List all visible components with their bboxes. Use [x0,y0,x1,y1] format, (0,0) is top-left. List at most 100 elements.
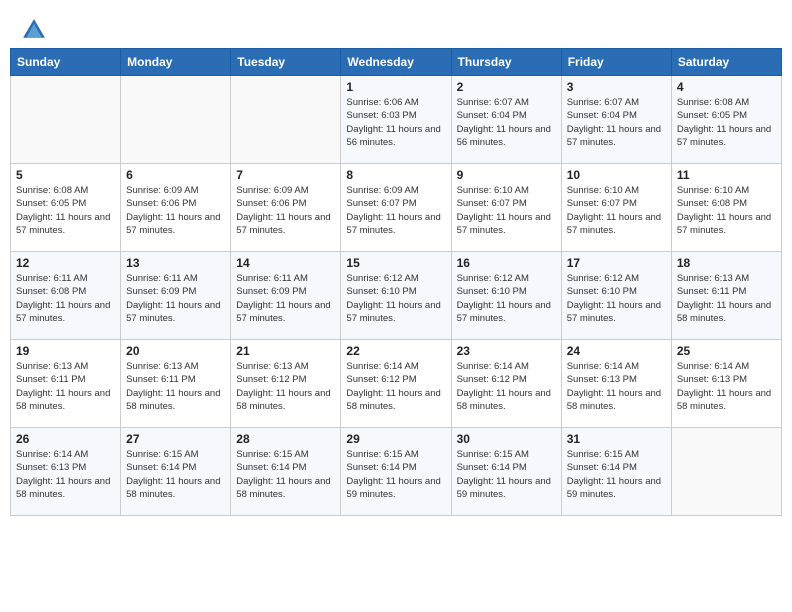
day-info: Sunrise: 6:15 AM Sunset: 6:14 PM Dayligh… [346,448,445,501]
day-info: Sunrise: 6:13 AM Sunset: 6:12 PM Dayligh… [236,360,335,413]
day-cell: 6Sunrise: 6:09 AM Sunset: 6:06 PM Daylig… [121,164,231,252]
logo-icon [20,16,48,44]
calendar-body: 1 Sunrise: 6:06 AM Sunset: 6:03 PM Daylig… [11,76,782,516]
day-cell: 22 Sunrise: 6:14 AM Sunset: 6:12 PM Dayli… [341,340,451,428]
day-cell: 30 Sunrise: 6:15 AM Sunset: 6:14 PM Dayli… [451,428,561,516]
day-cell: 24 Sunrise: 6:14 AM Sunset: 6:13 PM Dayli… [561,340,671,428]
day-info: Sunrise: 6:14 AM Sunset: 6:13 PM Dayligh… [677,360,776,413]
day-cell: 20Sunrise: 6:13 AM Sunset: 6:11 PM Dayli… [121,340,231,428]
calendar-container: SundayMondayTuesdayWednesdayThursdayFrid… [0,48,792,526]
day-cell: 16 Sunrise: 6:12 AM Sunset: 6:10 PM Dayli… [451,252,561,340]
calendar-table: SundayMondayTuesdayWednesdayThursdayFrid… [10,48,782,516]
day-info: Sunrise: 6:14 AM Sunset: 6:12 PM Dayligh… [346,360,445,413]
day-number: 22 [346,344,445,358]
day-cell: 1 Sunrise: 6:06 AM Sunset: 6:03 PM Daylig… [341,76,451,164]
day-number: 15 [346,256,445,270]
day-info: Sunrise: 6:07 AM Sunset: 6:04 PM Dayligh… [567,96,666,149]
day-number: 4 [677,80,776,94]
day-info: Sunrise: 6:09 AM Sunset: 6:06 PM Dayligh… [126,184,225,237]
day-number: 23 [457,344,556,358]
day-number: 31 [567,432,666,446]
day-info: Sunrise: 6:06 AM Sunset: 6:03 PM Dayligh… [346,96,445,149]
day-number: 7 [236,168,335,182]
day-info: Sunrise: 6:12 AM Sunset: 6:10 PM Dayligh… [457,272,556,325]
day-cell [671,428,781,516]
day-number: 20 [126,344,225,358]
day-info: Sunrise: 6:09 AM Sunset: 6:06 PM Dayligh… [236,184,335,237]
day-number: 8 [346,168,445,182]
day-cell: 18Sunrise: 6:13 AM Sunset: 6:11 PM Dayli… [671,252,781,340]
day-info: Sunrise: 6:13 AM Sunset: 6:11 PM Dayligh… [16,360,115,413]
week-row-4: 19 Sunrise: 6:13 AM Sunset: 6:11 PM Dayli… [11,340,782,428]
day-number: 24 [567,344,666,358]
day-number: 9 [457,168,556,182]
day-cell: 15 Sunrise: 6:12 AM Sunset: 6:10 PM Dayli… [341,252,451,340]
day-cell: 17Sunrise: 6:12 AM Sunset: 6:10 PM Dayli… [561,252,671,340]
weekday-header-sunday: Sunday [11,49,121,76]
day-info: Sunrise: 6:08 AM Sunset: 6:05 PM Dayligh… [677,96,776,149]
day-info: Sunrise: 6:07 AM Sunset: 6:04 PM Dayligh… [457,96,556,149]
day-info: Sunrise: 6:14 AM Sunset: 6:13 PM Dayligh… [567,360,666,413]
day-info: Sunrise: 6:11 AM Sunset: 6:09 PM Dayligh… [126,272,225,325]
day-number: 16 [457,256,556,270]
page-header [0,0,792,48]
weekday-header-row: SundayMondayTuesdayWednesdayThursdayFrid… [11,49,782,76]
day-cell: 9Sunrise: 6:10 AM Sunset: 6:07 PM Daylig… [451,164,561,252]
day-number: 1 [346,80,445,94]
day-cell: 29 Sunrise: 6:15 AM Sunset: 6:14 PM Dayli… [341,428,451,516]
week-row-5: 26 Sunrise: 6:14 AM Sunset: 6:13 PM Dayli… [11,428,782,516]
day-number: 21 [236,344,335,358]
day-number: 2 [457,80,556,94]
day-number: 26 [16,432,115,446]
day-number: 14 [236,256,335,270]
calendar-header: SundayMondayTuesdayWednesdayThursdayFrid… [11,49,782,76]
day-info: Sunrise: 6:15 AM Sunset: 6:14 PM Dayligh… [236,448,335,501]
day-number: 25 [677,344,776,358]
day-number: 18 [677,256,776,270]
day-cell: 7 Sunrise: 6:09 AM Sunset: 6:06 PM Daylig… [231,164,341,252]
day-info: Sunrise: 6:12 AM Sunset: 6:10 PM Dayligh… [346,272,445,325]
week-row-3: 12 Sunrise: 6:11 AM Sunset: 6:08 PM Dayli… [11,252,782,340]
day-info: Sunrise: 6:15 AM Sunset: 6:14 PM Dayligh… [457,448,556,501]
day-cell: 14Sunrise: 6:11 AM Sunset: 6:09 PM Dayli… [231,252,341,340]
day-cell: 4 Sunrise: 6:08 AM Sunset: 6:05 PM Daylig… [671,76,781,164]
day-cell [11,76,121,164]
day-cell: 31Sunrise: 6:15 AM Sunset: 6:14 PM Dayli… [561,428,671,516]
day-number: 30 [457,432,556,446]
weekday-header-saturday: Saturday [671,49,781,76]
day-cell: 8Sunrise: 6:09 AM Sunset: 6:07 PM Daylig… [341,164,451,252]
day-info: Sunrise: 6:10 AM Sunset: 6:07 PM Dayligh… [567,184,666,237]
weekday-header-tuesday: Tuesday [231,49,341,76]
logo [20,16,52,44]
day-number: 10 [567,168,666,182]
day-number: 5 [16,168,115,182]
day-cell: 3 Sunrise: 6:07 AM Sunset: 6:04 PM Daylig… [561,76,671,164]
day-cell: 21 Sunrise: 6:13 AM Sunset: 6:12 PM Dayli… [231,340,341,428]
week-row-1: 1 Sunrise: 6:06 AM Sunset: 6:03 PM Daylig… [11,76,782,164]
day-info: Sunrise: 6:15 AM Sunset: 6:14 PM Dayligh… [126,448,225,501]
day-cell: 2 Sunrise: 6:07 AM Sunset: 6:04 PM Daylig… [451,76,561,164]
day-number: 27 [126,432,225,446]
weekday-header-thursday: Thursday [451,49,561,76]
day-info: Sunrise: 6:14 AM Sunset: 6:13 PM Dayligh… [16,448,115,501]
weekday-header-friday: Friday [561,49,671,76]
day-number: 11 [677,168,776,182]
day-cell: 10 Sunrise: 6:10 AM Sunset: 6:07 PM Dayli… [561,164,671,252]
day-cell: 27 Sunrise: 6:15 AM Sunset: 6:14 PM Dayli… [121,428,231,516]
day-number: 3 [567,80,666,94]
day-cell: 19 Sunrise: 6:13 AM Sunset: 6:11 PM Dayli… [11,340,121,428]
day-cell: 12 Sunrise: 6:11 AM Sunset: 6:08 PM Dayli… [11,252,121,340]
day-cell: 5 Sunrise: 6:08 AM Sunset: 6:05 PM Daylig… [11,164,121,252]
day-cell: 26 Sunrise: 6:14 AM Sunset: 6:13 PM Dayli… [11,428,121,516]
day-number: 12 [16,256,115,270]
day-number: 28 [236,432,335,446]
day-info: Sunrise: 6:14 AM Sunset: 6:12 PM Dayligh… [457,360,556,413]
day-number: 19 [16,344,115,358]
day-cell [231,76,341,164]
day-number: 13 [126,256,225,270]
day-cell: 23 Sunrise: 6:14 AM Sunset: 6:12 PM Dayli… [451,340,561,428]
day-cell: 11Sunrise: 6:10 AM Sunset: 6:08 PM Dayli… [671,164,781,252]
day-info: Sunrise: 6:11 AM Sunset: 6:08 PM Dayligh… [16,272,115,325]
day-number: 29 [346,432,445,446]
day-info: Sunrise: 6:08 AM Sunset: 6:05 PM Dayligh… [16,184,115,237]
